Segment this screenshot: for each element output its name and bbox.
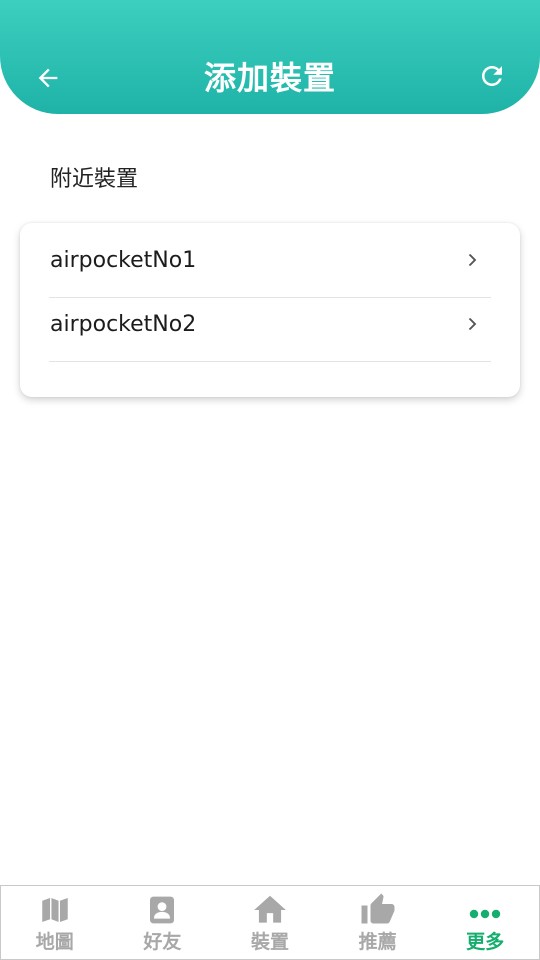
thumbs-up-icon xyxy=(361,893,395,924)
chevron-right-icon xyxy=(468,253,477,267)
more-icon xyxy=(469,909,501,919)
device-list-card: airpocketNo1 airpocketNo2 xyxy=(20,223,520,397)
tab-recommend[interactable]: 推薦 xyxy=(324,886,432,959)
app-header: 添加裝置 xyxy=(0,0,540,114)
tab-more[interactable]: 更多 xyxy=(431,886,539,959)
tab-label: 裝置 xyxy=(250,931,289,953)
tab-label: 推薦 xyxy=(358,931,397,953)
chevron-right-icon xyxy=(468,317,477,331)
nearby-devices-label: 附近裝置 xyxy=(50,167,139,192)
refresh-icon xyxy=(482,66,502,86)
tab-label: 更多 xyxy=(466,931,505,953)
tab-friends[interactable]: 好友 xyxy=(109,886,217,959)
tab-label: 好友 xyxy=(143,931,182,953)
tab-devices[interactable]: 裝置 xyxy=(216,886,324,959)
bottom-tab-bar: 地圖 好友 裝置 推薦 更多 xyxy=(0,885,540,960)
device-name: airpocketNo2 xyxy=(50,312,197,337)
tab-label: 地圖 xyxy=(35,931,74,953)
device-name: airpocketNo1 xyxy=(50,248,197,273)
device-row-airpocketno1[interactable]: airpocketNo1 xyxy=(49,233,491,298)
contact-icon xyxy=(150,896,175,924)
page-title: 添加裝置 xyxy=(203,59,336,97)
tab-map[interactable]: 地圖 xyxy=(1,886,109,959)
home-icon xyxy=(254,895,286,923)
refresh-button[interactable] xyxy=(472,56,512,96)
device-row-airpocketno2[interactable]: airpocketNo2 xyxy=(49,297,491,362)
map-icon xyxy=(42,897,68,923)
